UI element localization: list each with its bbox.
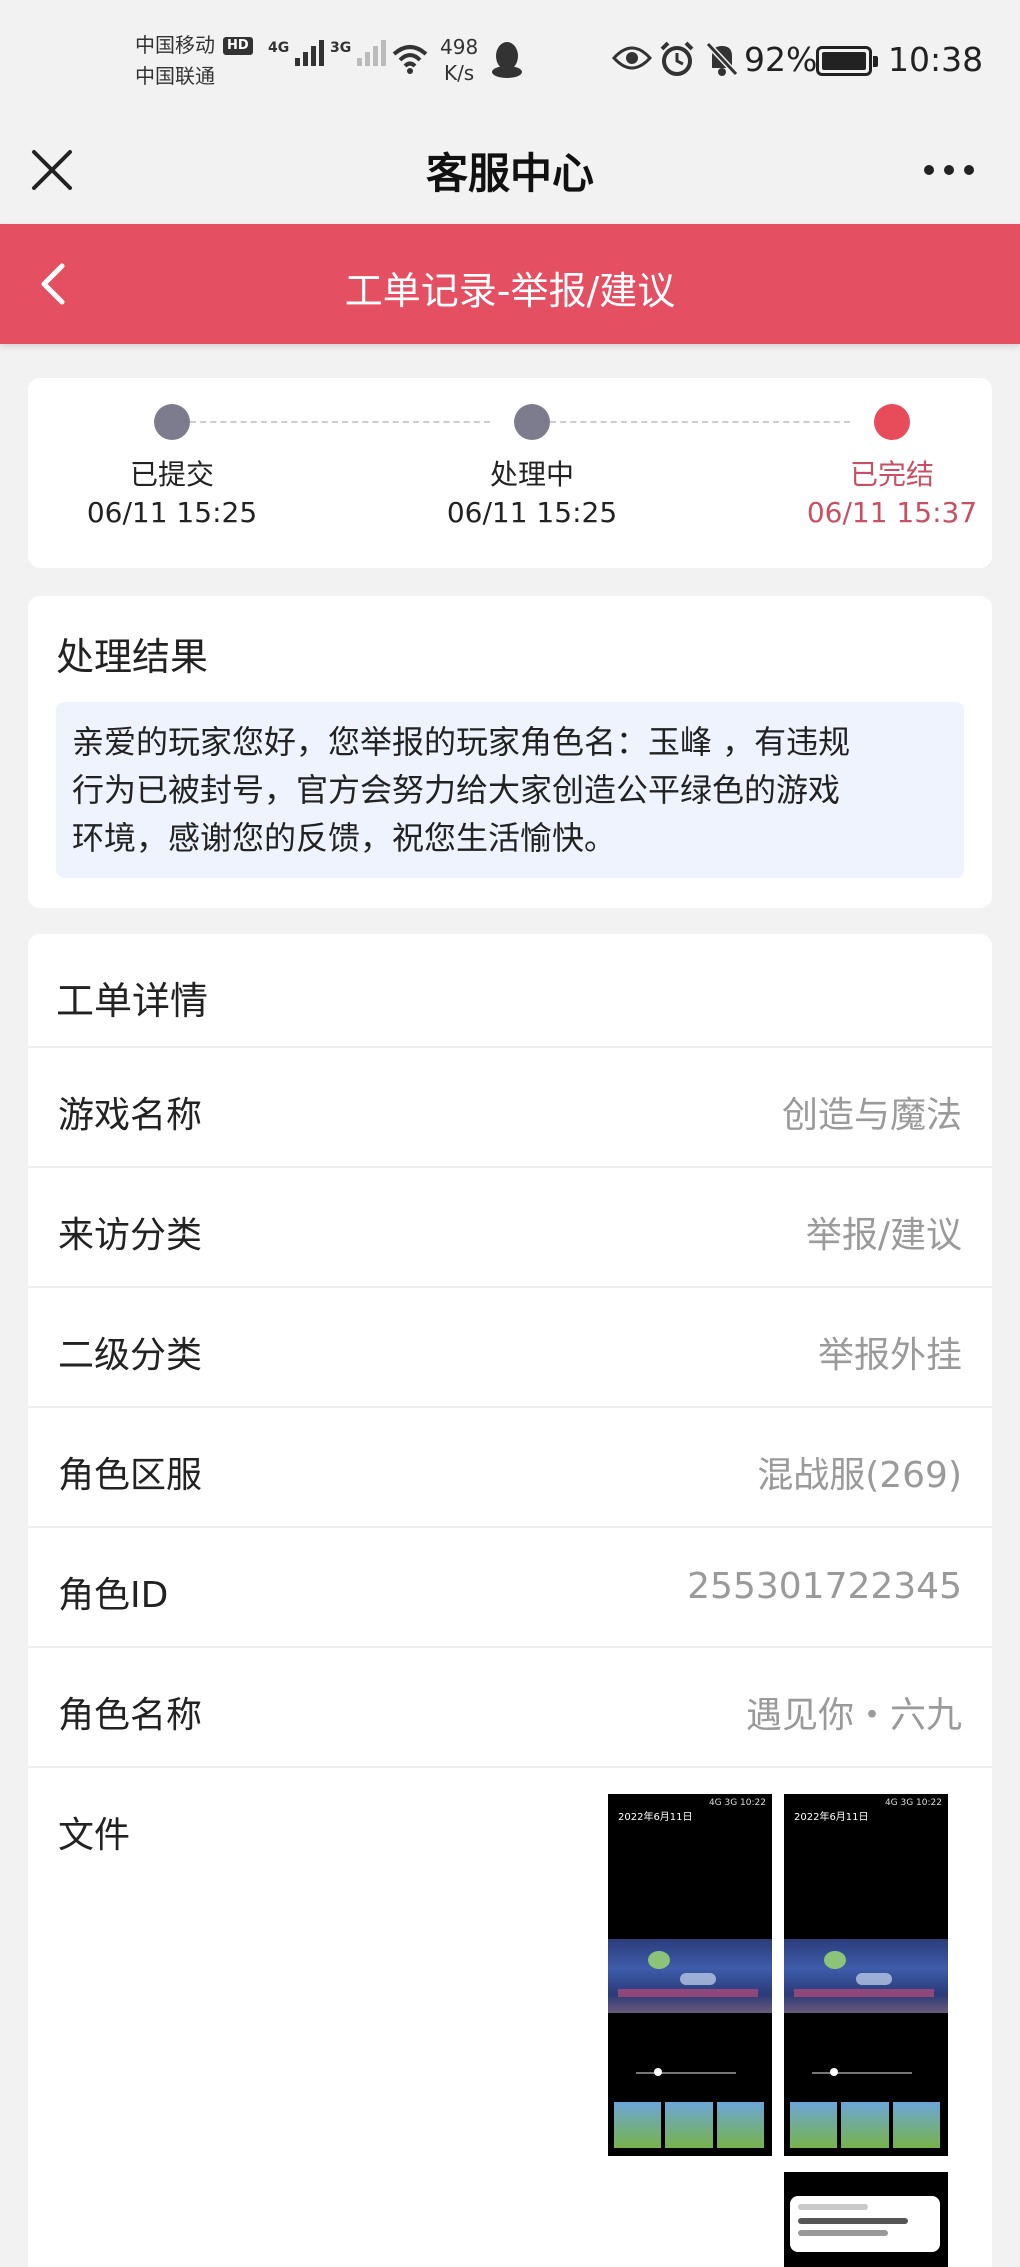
- file-thumbnail[interactable]: 4G 3G 10:22 2022年6月11日: [608, 1794, 772, 2156]
- thumb-title: 2022年6月11日: [794, 1812, 869, 1823]
- qq-icon: [492, 42, 522, 78]
- detail-row-game-name: 游戏名称 创造与魔法: [28, 1046, 992, 1166]
- carrier-1-name: 中国移动: [135, 33, 215, 57]
- battery-icon: [816, 46, 878, 76]
- sim1-network-label: 4G: [268, 40, 290, 56]
- detail-value: 举报/建议: [805, 1215, 962, 1256]
- result-line: 环境，感谢您的反馈，祝您生活愉快。: [72, 819, 617, 857]
- title-bar: 客服中心: [0, 120, 1020, 224]
- progress-dot: [874, 404, 910, 440]
- thumb-notification: [790, 2196, 940, 2252]
- file-thumbnail[interactable]: 4G 3G 10:22 2022年6月11日: [784, 1794, 948, 2156]
- eye-icon: [612, 46, 652, 70]
- net-speed-value: 498: [440, 35, 479, 59]
- status-time: 10:38: [888, 40, 984, 79]
- alarm-icon: [660, 41, 694, 76]
- thumb-title: 2022年6月11日: [618, 1812, 693, 1823]
- net-speed: 498 K/s: [440, 34, 478, 86]
- progress-dot: [154, 404, 190, 440]
- ticket-header: 工单记录-举报/建议: [0, 224, 1020, 344]
- battery-percent: 92%: [744, 40, 818, 79]
- result-line: 行为已被封号，官方会努力给大家创造公平绿色的游戏: [72, 771, 841, 809]
- mute-bell-icon: [705, 41, 739, 77]
- detail-row-server: 角色区服 混战服(269): [28, 1406, 992, 1526]
- progress-step-label: 已提交: [129, 458, 214, 491]
- sim2-network-label: 3G: [330, 40, 352, 56]
- carrier-2-name: 中国联通: [135, 64, 215, 88]
- progress-step-label: 处理中: [489, 458, 574, 491]
- detail-row-files: 文件 4G 3G 10:22 2022年6月11日 4G 3G 10:22 20…: [28, 1766, 992, 2267]
- progress-step-time: 06/11 15:37: [806, 496, 978, 529]
- detail-row-subcategory: 二级分类 举报外挂: [28, 1286, 992, 1406]
- detail-value: 255301722345: [687, 1566, 962, 1607]
- result-message: 亲爱的玩家您好，您举报的玩家角色名：玉峰 ，有违规 行为已被封号，官方会努力给大…: [56, 702, 964, 878]
- net-speed-unit: K/s: [443, 61, 475, 85]
- detail-value: 举报外挂: [817, 1335, 962, 1376]
- ticket-header-title: 工单记录-举报/建议: [344, 269, 676, 313]
- signal-icon-sim2: 3G: [330, 40, 387, 66]
- signal-icon-sim1: 4G: [268, 40, 325, 66]
- status-bar: 中国移动 HD 中国联通 4G 3G 498 K/s 92% 10:38: [0, 0, 1020, 120]
- thumb-status: 4G 3G 10:22: [708, 1798, 766, 1808]
- detail-key: 角色ID: [58, 1575, 169, 1616]
- detail-value: 混战服(269): [757, 1455, 962, 1496]
- hd-badge: HD: [223, 36, 253, 55]
- carrier-info: 中国移动 HD 中国联通: [135, 30, 253, 92]
- progress-step: 处理中 06/11 15:25: [412, 404, 652, 532]
- detail-key: 角色区服: [58, 1455, 203, 1496]
- progress-card: 已提交 06/11 15:25 处理中 06/11 15:25 已完结 06/11 15:…: [28, 378, 992, 568]
- detail-row-role-id: 角色ID 255301722345: [28, 1526, 992, 1646]
- file-thumbnail[interactable]: [784, 2172, 948, 2267]
- wifi-icon: [392, 45, 428, 74]
- detail-row-role-name: 角色名称 遇见你・六九: [28, 1646, 992, 1766]
- detail-key: 游戏名称: [58, 1095, 203, 1136]
- detail-row-category: 来访分类 举报/建议: [28, 1166, 992, 1286]
- detail-title: 工单详情: [56, 979, 209, 1023]
- more-icon[interactable]: [916, 148, 982, 192]
- result-line: 亲爱的玩家您好，您举报的玩家角色名：玉峰 ，有违规: [72, 723, 851, 761]
- progress-step: 已提交 06/11 15:25: [52, 404, 292, 532]
- detail-value: 遇见你・六九: [745, 1695, 962, 1736]
- thumb-status: 4G 3G 10:22: [884, 1798, 942, 1808]
- page-title: 客服中心: [425, 149, 594, 198]
- result-title: 处理结果: [56, 635, 209, 679]
- detail-value: 创造与魔法: [781, 1095, 962, 1136]
- progress-step-label: 已完结: [849, 458, 934, 491]
- detail-key: 来访分类: [58, 1215, 203, 1256]
- detail-card: 工单详情 游戏名称 创造与魔法 来访分类 举报/建议 二级分类 举报外挂 角色区…: [28, 934, 992, 2267]
- detail-key: 角色名称: [58, 1695, 203, 1736]
- detail-key: 二级分类: [58, 1335, 203, 1376]
- detail-key: 文件: [58, 1815, 131, 1856]
- progress-step: 已完结 06/11 15:37: [772, 404, 1012, 532]
- result-card: 处理结果 亲爱的玩家您好，您举报的玩家角色名：玉峰 ，有违规 行为已被封号，官方…: [28, 596, 992, 908]
- progress-step-time: 06/11 15:25: [86, 496, 258, 529]
- progress-dot: [514, 404, 550, 440]
- progress-step-time: 06/11 15:25: [446, 496, 618, 529]
